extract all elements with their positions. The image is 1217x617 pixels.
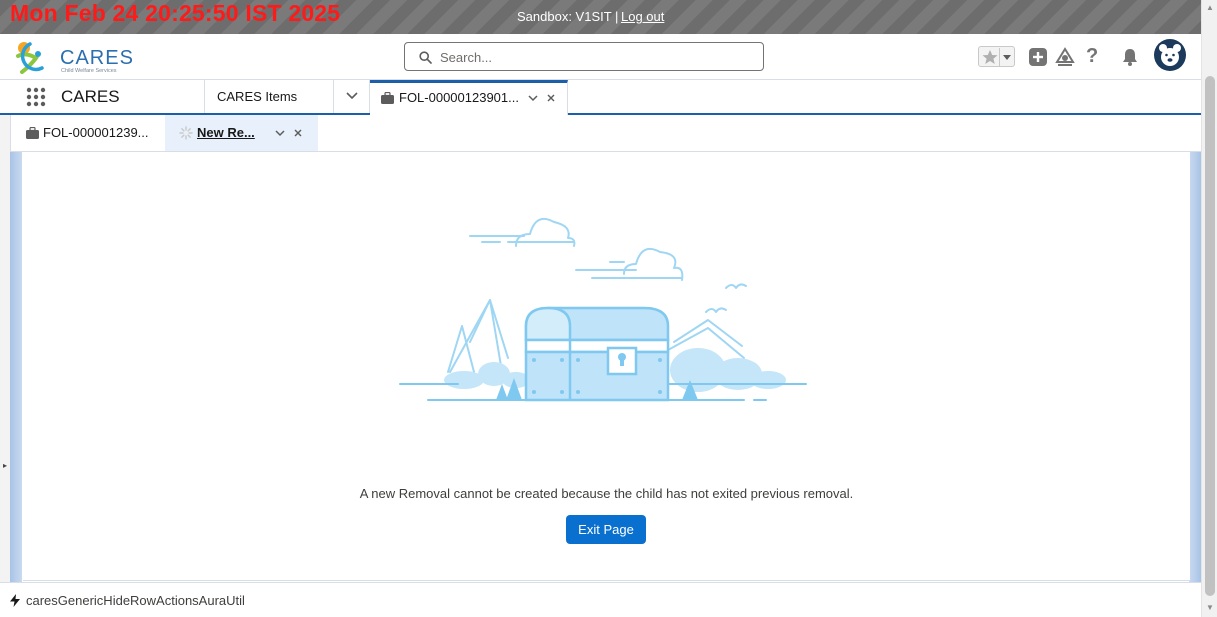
- loading-spinner-icon: [179, 126, 193, 140]
- subtab-fol[interactable]: FOL-000001239...: [11, 115, 165, 151]
- notifications-bell-icon[interactable]: [1120, 47, 1140, 67]
- subtab-new-removal[interactable]: New Re...: [165, 115, 318, 151]
- split-view-handle[interactable]: ▸: [0, 115, 10, 582]
- close-icon[interactable]: [292, 127, 304, 139]
- sandbox-label: Sandbox: V1SIT |: [517, 9, 619, 24]
- briefcase-icon: [381, 92, 394, 104]
- chevron-down-icon[interactable]: [527, 92, 539, 104]
- scrollbar-thumb[interactable]: [1205, 76, 1215, 596]
- user-avatar[interactable]: [1154, 39, 1186, 71]
- search-icon: [419, 51, 432, 64]
- search-placeholder: Search...: [440, 50, 493, 65]
- lightning-icon: [10, 594, 20, 607]
- utility-bar: caresGenericHideRowActionsAuraUtil: [0, 582, 1201, 617]
- error-message: A new Removal cannot be created because …: [359, 486, 854, 501]
- star-icon: [982, 48, 1011, 67]
- logout-link[interactable]: Log out: [621, 9, 664, 24]
- sandbox-banner: Mon Feb 24 20:25:50 IST 2025 Sandbox: V1…: [0, 0, 1201, 34]
- scroll-down-arrow-icon[interactable]: ▼: [1206, 603, 1214, 612]
- app-launcher-icon[interactable]: [26, 87, 46, 107]
- cares-logo-icon: [16, 42, 44, 74]
- app-name: CARES: [61, 87, 120, 106]
- chevron-down-icon[interactable]: [274, 127, 286, 139]
- exit-page-button[interactable]: Exit Page: [566, 515, 646, 544]
- banner-clock: Mon Feb 24 20:25:50 IST 2025: [10, 0, 341, 26]
- help-icon[interactable]: ?: [1086, 45, 1106, 67]
- subtab-label: New Re...: [197, 125, 255, 140]
- close-icon[interactable]: [545, 92, 557, 104]
- briefcase-icon: [26, 127, 39, 139]
- scroll-up-arrow-icon[interactable]: ▲: [1206, 3, 1214, 12]
- utility-item[interactable]: caresGenericHideRowActionsAuraUtil: [10, 593, 245, 608]
- page-scrollbar[interactable]: ▲ ▼: [1201, 0, 1217, 617]
- utility-item-label: caresGenericHideRowActionsAuraUtil: [26, 593, 245, 608]
- nav-item-label: CARES Items: [217, 89, 298, 104]
- chevron-down-icon: [346, 92, 358, 100]
- empty-state-treasure-chest-illustration: [399, 218, 807, 402]
- cares-logo[interactable]: CARES Child Welfare Services: [12, 38, 133, 76]
- subtab-bar: FOL-000001239... New Re...: [10, 115, 1201, 152]
- global-actions-icon[interactable]: [1028, 47, 1048, 67]
- logo-subtitle: Child Welfare Services: [61, 68, 117, 74]
- global-search-input[interactable]: Search...: [404, 42, 764, 71]
- logo-text: CARES: [60, 47, 134, 69]
- app-nav-bar: CARES CARES Items FOL-00000123901...: [0, 80, 1201, 115]
- avatar-bear-icon: [1155, 40, 1185, 70]
- nav-menu-button[interactable]: [334, 80, 370, 113]
- workspace-tab-label: FOL-00000123901...: [399, 90, 519, 105]
- expand-arrow-icon: ▸: [3, 461, 8, 470]
- nav-item-cares-items[interactable]: CARES Items: [204, 80, 334, 113]
- global-header: CARES Child Welfare Services Search... ?: [0, 34, 1201, 80]
- favorites-button[interactable]: [978, 46, 1015, 67]
- trailhead-icon[interactable]: [1055, 47, 1075, 67]
- workspace-tab-fol[interactable]: FOL-00000123901...: [370, 80, 568, 115]
- subtab-label: FOL-000001239...: [43, 125, 149, 140]
